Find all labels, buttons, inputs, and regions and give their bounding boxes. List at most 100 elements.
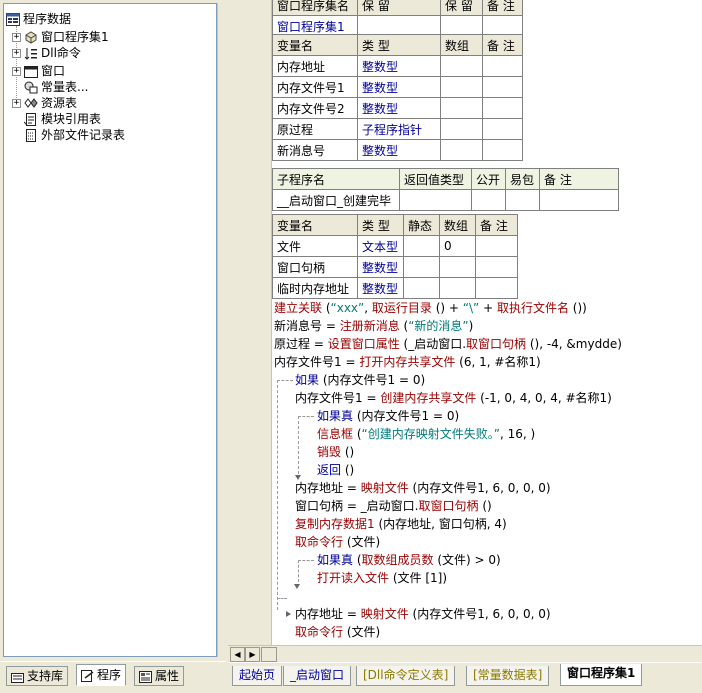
code-text: (文件) (343, 625, 381, 639)
tab-start-page[interactable]: 起始页 (232, 666, 283, 686)
tab-dll-command-table[interactable]: [Dll命令定义表] (356, 666, 456, 686)
code-text: ()) (568, 301, 587, 315)
tab-label: 程序 (97, 668, 122, 682)
code-command: 取窗口句柄 (466, 337, 527, 351)
code-command: 取命令行 (295, 535, 344, 549)
module-reference-icon (24, 112, 38, 126)
tree-item-window[interactable]: + 窗口 (12, 63, 65, 79)
code-line[interactable]: 信息框 (“创建内存映射文件失败。”, 16, ) (317, 425, 535, 443)
expand-toggle-icon[interactable]: + (12, 32, 21, 42)
code-command: 创建内存共享文件 (380, 391, 477, 405)
code-text: , 16, ) (499, 427, 536, 441)
code-line[interactable]: 原过程 = 设置窗口属性 (_启动窗口.取窗口句柄 (), -4, &mydde… (274, 335, 622, 353)
code-text: (), -4, &mydde) (526, 337, 622, 351)
code-line[interactable]: 内存地址 = 映射文件 (内存文件号1, 6, 0, 0, 0) (295, 479, 551, 497)
code-line[interactable]: 复制内存数据1 (内存地址, 窗口句柄, 4) (295, 515, 507, 533)
program-data-tree[interactable]: 程序数据 + 窗口程序集1 + Dll命令 + 窗口 常量表... + 资源表 … (3, 3, 217, 657)
code-text: ( (353, 427, 362, 441)
tree-item-constants[interactable]: 常量表... (24, 79, 88, 95)
code-text: (-1, 0, 4, 0, 4, #名称1) (476, 391, 612, 405)
code-command: 打开内存共享文件 (359, 355, 456, 369)
document-tabs: 起始页 _启动窗口 [Dll命令定义表] [常量数据表] 窗口程序集1 (228, 663, 702, 693)
code-line[interactable]: 窗口句柄 = _启动窗口.取窗口句柄 () (295, 497, 492, 515)
code-text: () (341, 445, 355, 459)
code-line[interactable]: 返回 () (317, 461, 354, 479)
if-true-guide (298, 416, 314, 417)
code-text: ( (322, 301, 331, 315)
code-text: () + (431, 301, 463, 315)
code-command: 建立关联 (274, 301, 323, 315)
code-text: (内存文件号1 = 0) (319, 373, 426, 387)
code-line[interactable]: 取命令行 (文件) (295, 623, 380, 641)
tab-support-library[interactable]: 支持库 (6, 666, 69, 686)
code-command: 复制内存数据1 (295, 517, 375, 531)
tab-window-assembly[interactable]: 窗口程序集1 (560, 664, 643, 686)
code-line[interactable]: 取命令行 (文件) (295, 533, 380, 551)
tree-item-window-assembly[interactable]: + 窗口程序集1 (12, 29, 109, 45)
tab-startup-window[interactable]: _启动窗口 (283, 666, 352, 686)
tree-item-module-refs[interactable]: 模块引用表 (24, 111, 101, 127)
external-file-icon (24, 128, 38, 142)
expand-toggle-icon[interactable]: + (12, 48, 21, 58)
code-text: 内存地址 = (295, 607, 361, 621)
expand-toggle-icon[interactable]: + (12, 98, 21, 108)
editor-horizontal-scrollbar[interactable]: ◀ ▶ (228, 645, 702, 662)
code-text: (文件) > 0) (433, 553, 501, 567)
code-line[interactable]: 销毁 () (317, 443, 354, 461)
code-line[interactable]: 打开读入文件 (文件 [1]) (317, 569, 447, 587)
tree-item-label: 外部文件记录表 (41, 128, 126, 142)
program-data-icon (6, 12, 20, 26)
assembly-icon (24, 30, 38, 44)
code-string: “创建内存映射文件失败。” (361, 427, 500, 441)
dll-command-icon (24, 47, 38, 60)
scroll-left-button[interactable]: ◀ (230, 647, 245, 662)
expand-toggle-icon[interactable]: + (12, 66, 21, 76)
tree-item-resources[interactable]: + 资源表 (12, 95, 77, 111)
tab-label: [常量数据表] (473, 668, 543, 682)
code-command: 设置窗口属性 (327, 337, 400, 351)
code-line[interactable]: 建立关联 (“xxx”, 取运行目录 () + “\” + 取执行文件名 ()) (274, 299, 587, 317)
code-text: (_启动窗口. (399, 337, 467, 351)
tab-constant-table[interactable]: [常量数据表] (466, 666, 550, 686)
tree-root[interactable]: 程序数据 (6, 11, 71, 27)
code-keyword: 如果真 (317, 553, 354, 567)
code-body: 建立关联 (“xxx”, 取运行目录 () + “\” + 取执行文件名 ())… (228, 0, 702, 645)
tab-label: 窗口程序集1 (567, 666, 636, 680)
code-line[interactable]: 如果真 (内存文件号1 = 0) (317, 407, 459, 425)
code-line[interactable]: 内存地址 = 映射文件 (内存文件号1, 6, 0, 0, 0) (295, 605, 551, 623)
code-text: (文件) (343, 535, 381, 549)
tab-label: 属性 (155, 669, 180, 683)
code-line[interactable]: 如果真 (取数组成员数 (文件) > 0) (317, 551, 501, 569)
tree-item-label: Dll命令 (41, 46, 81, 60)
scroll-right-button[interactable]: ▶ (245, 647, 260, 662)
if-block-guide (277, 380, 293, 381)
code-text: (内存文件号1, 6, 0, 0, 0) (408, 607, 551, 621)
scroll-thumb[interactable] (261, 647, 277, 662)
code-line[interactable]: 内存文件号1 = 打开内存共享文件 (6, 1, #名称1) (274, 353, 541, 371)
code-command: 打开读入文件 (317, 571, 390, 585)
code-line[interactable]: 内存文件号1 = 创建内存共享文件 (-1, 0, 4, 0, 4, #名称1) (295, 389, 612, 407)
constants-icon (24, 81, 38, 94)
flow-arrow-icon (286, 611, 291, 617)
tab-label: 起始页 (239, 668, 276, 682)
code-keyword: 如果 (295, 373, 320, 387)
code-text: (6, 1, #名称1) (455, 355, 541, 369)
code-text: ( (353, 553, 362, 567)
tree-item-external-files[interactable]: 外部文件记录表 (24, 127, 125, 143)
tree-vertical-scrollbar[interactable] (217, 3, 225, 657)
code-text: () (478, 499, 492, 513)
code-line[interactable]: 如果 (内存文件号1 = 0) (295, 371, 425, 389)
tree-item-dll-commands[interactable]: + Dll命令 (12, 45, 81, 61)
code-text: (内存文件号1, 6, 0, 0, 0) (408, 481, 551, 495)
support-library-icon (11, 670, 24, 683)
if-true-guide (298, 560, 299, 582)
code-line[interactable]: 新消息号 = 注册新消息 (“新的消息”) (274, 317, 473, 335)
code-text: 内存文件号1 = (274, 355, 360, 369)
tree-item-label: 窗口 (41, 64, 66, 78)
code-text: 内存地址 = (295, 481, 361, 495)
tab-properties[interactable]: 属性 (134, 666, 185, 686)
tab-program[interactable]: 程序 (76, 664, 127, 686)
code-command: 映射文件 (360, 481, 409, 495)
code-text: (文件 [1]) (389, 571, 448, 585)
code-text: 新消息号 = (274, 319, 340, 333)
